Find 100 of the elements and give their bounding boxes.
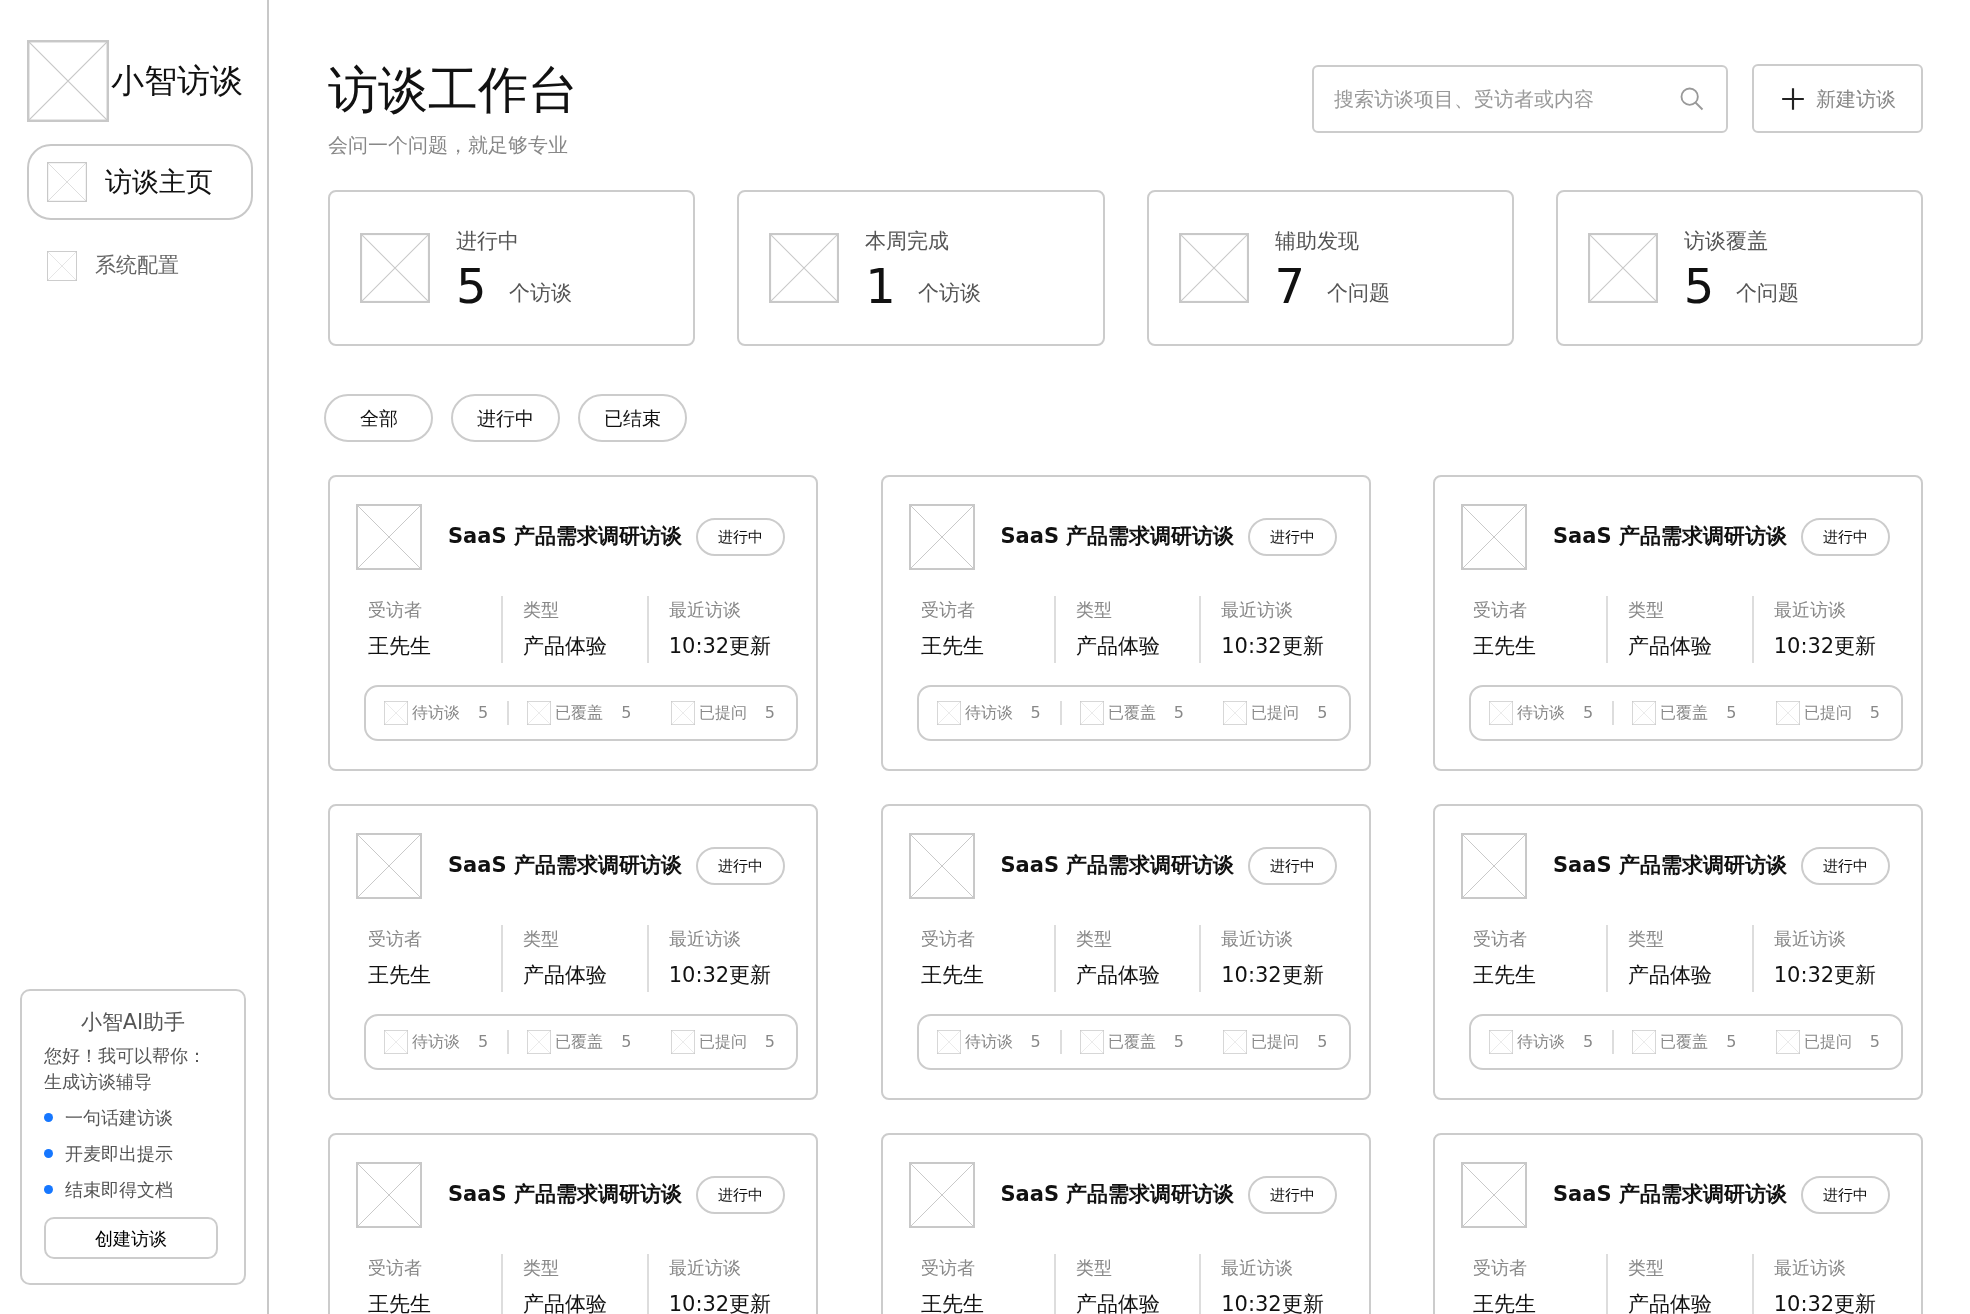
page-subtitle: 会问一个问题，就足够专业 bbox=[328, 132, 569, 159]
field-value: 王先生 bbox=[920, 962, 985, 989]
status-tag: 进行中 bbox=[1248, 517, 1338, 557]
image-placeholder-icon bbox=[384, 700, 408, 725]
project-card[interactable]: SaaS 产品需求调研访谈 进行中 受访者 王先生 类型 产品体验 最近访谈 10:32更新 待访谈 5 已覆盖 5 已提问 5 bbox=[1433, 475, 1923, 771]
image-placeholder-icon bbox=[1461, 833, 1527, 899]
image-placeholder-icon bbox=[908, 833, 975, 899]
field-label: 类型 bbox=[1628, 598, 1666, 622]
image-placeholder-icon bbox=[1223, 1029, 1248, 1054]
field-value: 10:32更新 bbox=[1221, 1291, 1325, 1314]
image-placeholder-icon bbox=[936, 1029, 961, 1054]
bullet-dot bbox=[44, 1185, 53, 1194]
plus-icon bbox=[1779, 85, 1806, 112]
status-tag: 进行中 bbox=[1248, 1175, 1338, 1215]
project-card[interactable]: SaaS 产品需求调研访谈 进行中 受访者 王先生 类型 产品体验 最近访谈 10:32更新 待访谈 5 已覆盖 5 已提问 5 bbox=[880, 475, 1371, 771]
stat-unit: 个问题 bbox=[1327, 280, 1391, 308]
field-value: 王先生 bbox=[368, 1291, 432, 1314]
image-placeholder-icon bbox=[356, 833, 422, 899]
nav-item[interactable]: 系统配置 bbox=[27, 248, 249, 284]
image-placeholder-icon bbox=[360, 233, 430, 303]
new-interview-button[interactable]: 新建访谈 bbox=[1752, 64, 1923, 133]
count-value: 5 bbox=[1173, 1030, 1184, 1053]
filter-tab[interactable]: 全部 bbox=[324, 394, 433, 442]
image-placeholder-icon bbox=[1587, 233, 1658, 303]
image-placeholder-icon bbox=[527, 1029, 552, 1054]
image-placeholder-icon bbox=[670, 1029, 695, 1054]
status-tag: 进行中 bbox=[1800, 517, 1890, 557]
stat-value: 5 bbox=[456, 261, 487, 310]
image-placeholder-icon bbox=[384, 1029, 408, 1054]
feature-text: 结束即得文档 bbox=[65, 1178, 173, 1202]
field-value: 产品体验 bbox=[523, 962, 609, 989]
count-value: 5 bbox=[478, 701, 489, 724]
stat-value: 1 bbox=[865, 261, 896, 310]
field-value: 产品体验 bbox=[1075, 633, 1161, 660]
count-label: 待访谈 bbox=[1517, 1030, 1565, 1053]
image-placeholder-icon bbox=[1178, 233, 1249, 303]
status-tag: 进行中 bbox=[695, 846, 785, 886]
field-label: 类型 bbox=[1075, 927, 1113, 951]
image-placeholder-icon bbox=[936, 700, 961, 725]
count-label: 已提问 bbox=[698, 1030, 747, 1053]
image-placeholder-icon bbox=[356, 1162, 422, 1228]
field-value: 王先生 bbox=[920, 633, 985, 660]
count-label: 已覆盖 bbox=[1660, 701, 1709, 724]
stat-value: 5 bbox=[1683, 261, 1715, 310]
field-label: 类型 bbox=[523, 1256, 561, 1280]
status-tag: 进行中 bbox=[695, 517, 785, 557]
project-card[interactable]: SaaS 产品需求调研访谈 进行中 受访者 王先生 类型 产品体验 最近访谈 10:32更新 bbox=[328, 1133, 818, 1314]
image-placeholder-icon bbox=[670, 700, 695, 725]
image-placeholder-icon bbox=[1489, 1029, 1513, 1054]
field-label: 类型 bbox=[1075, 598, 1113, 622]
nav-item[interactable]: 访谈主页 bbox=[27, 144, 253, 220]
image-placeholder-icon bbox=[47, 162, 87, 202]
project-card[interactable]: SaaS 产品需求调研访谈 进行中 受访者 王先生 类型 产品体验 最近访谈 10:32更新 待访谈 5 已覆盖 5 已提问 5 bbox=[1433, 804, 1923, 1100]
image-placeholder-icon bbox=[47, 250, 77, 281]
status-tag: 进行中 bbox=[1248, 846, 1338, 886]
count-label: 待访谈 bbox=[412, 1030, 460, 1053]
project-card[interactable]: SaaS 产品需求调研访谈 进行中 受访者 王先生 类型 产品体验 最近访谈 10:32更新 bbox=[880, 1133, 1371, 1314]
count-label: 已覆盖 bbox=[555, 701, 604, 724]
field-value: 10:32更新 bbox=[1221, 962, 1325, 989]
project-card[interactable]: SaaS 产品需求调研访谈 进行中 受访者 王先生 类型 产品体验 最近访谈 10:32更新 bbox=[1433, 1133, 1923, 1314]
project-card[interactable]: SaaS 产品需求调研访谈 进行中 受访者 王先生 类型 产品体验 最近访谈 10:32更新 待访谈 5 已覆盖 5 已提问 5 bbox=[328, 475, 818, 771]
field-label: 最近访谈 bbox=[1221, 598, 1295, 622]
image-placeholder-icon bbox=[1461, 504, 1527, 570]
count-label: 已覆盖 bbox=[1107, 701, 1156, 724]
count-value: 5 bbox=[764, 1030, 775, 1053]
field-label: 最近访谈 bbox=[668, 598, 742, 622]
field-value: 10:32更新 bbox=[668, 633, 773, 660]
search-field[interactable]: 搜索访谈项目、受访者或内容 bbox=[1312, 64, 1728, 133]
count-value: 5 bbox=[764, 701, 775, 724]
image-placeholder-icon bbox=[1079, 700, 1104, 725]
count-value: 5 bbox=[1317, 701, 1328, 724]
image-placeholder-icon bbox=[908, 1162, 975, 1228]
feature-text: 开麦即出提示 bbox=[65, 1142, 173, 1166]
create-interview-button[interactable]: 创建访谈 bbox=[44, 1217, 218, 1259]
filter-tab[interactable]: 进行中 bbox=[451, 394, 560, 442]
field-value: 王先生 bbox=[1473, 1291, 1537, 1314]
count-label: 已提问 bbox=[1251, 701, 1300, 724]
image-placeholder-icon bbox=[1461, 1162, 1527, 1228]
field-label: 类型 bbox=[1628, 1256, 1666, 1280]
stat-unit: 个访谈 bbox=[917, 280, 981, 308]
count-value: 5 bbox=[1030, 1030, 1041, 1053]
stat-unit: 个访谈 bbox=[508, 280, 572, 308]
feature-text: 一句话建访谈 bbox=[65, 1106, 173, 1130]
status-tag: 进行中 bbox=[695, 1175, 785, 1215]
count-label: 已覆盖 bbox=[1107, 1030, 1156, 1053]
project-card[interactable]: SaaS 产品需求调研访谈 进行中 受访者 王先生 类型 产品体验 最近访谈 10:32更新 待访谈 5 已覆盖 5 已提问 5 bbox=[328, 804, 818, 1100]
image-placeholder-icon bbox=[1632, 700, 1657, 725]
field-label: 最近访谈 bbox=[1773, 927, 1847, 951]
field-value: 产品体验 bbox=[1075, 1291, 1161, 1314]
count-label: 待访谈 bbox=[412, 701, 460, 724]
project-card[interactable]: SaaS 产品需求调研访谈 进行中 受访者 王先生 类型 产品体验 最近访谈 10:32更新 待访谈 5 已覆盖 5 已提问 5 bbox=[880, 804, 1371, 1100]
count-label: 已提问 bbox=[1803, 701, 1852, 724]
field-value: 10:32更新 bbox=[1773, 962, 1878, 989]
field-label: 最近访谈 bbox=[1773, 598, 1847, 622]
field-label: 最近访谈 bbox=[668, 1256, 742, 1280]
project-title: SaaS 产品需求调研访谈 bbox=[1000, 1181, 1235, 1209]
count-label: 已覆盖 bbox=[555, 1030, 604, 1053]
project-title: SaaS 产品需求调研访谈 bbox=[1000, 523, 1235, 551]
stat-label: 辅助发现 bbox=[1274, 228, 1360, 256]
filter-tab[interactable]: 已结束 bbox=[578, 394, 687, 442]
